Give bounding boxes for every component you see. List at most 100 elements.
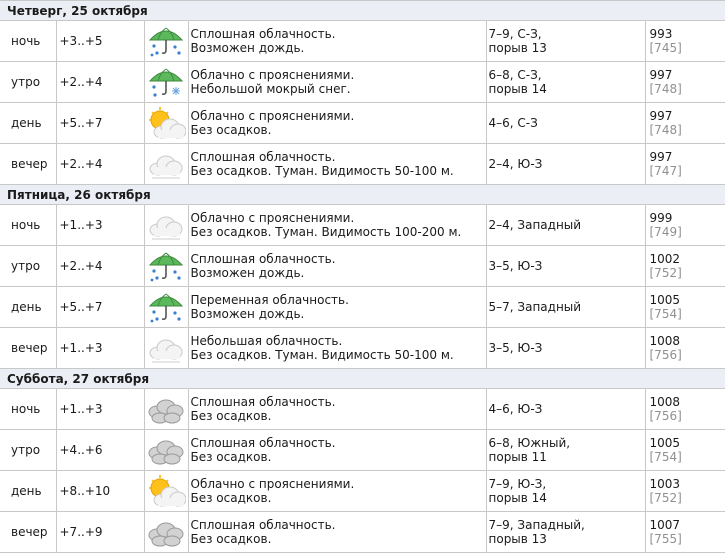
time-of-day: утро xyxy=(0,429,57,471)
pressure-hpa: 1007 xyxy=(649,518,681,532)
day-header-row: Пятница, 26 октября xyxy=(0,184,725,205)
description-line: Без осадков. Туман. Видимость 100-200 м. xyxy=(190,225,462,239)
description-line: Без осадков. xyxy=(190,123,272,137)
description-line: Без осадков. xyxy=(190,450,272,464)
forecast-row: утро +2..+4 Сплошная облачность. Возможен д… xyxy=(0,245,725,287)
overcast-cloud-icon xyxy=(145,513,188,551)
wind-info: 4–6, Ю-З xyxy=(486,388,646,430)
description-line: Возможен дождь. xyxy=(190,41,305,55)
description-line: Сплошная облачность. xyxy=(190,518,336,532)
weather-description: Сплошная облачность. Без осадков. Туман. … xyxy=(188,143,487,185)
pressure-mmhg: [752] xyxy=(649,491,682,505)
time-of-day: вечер xyxy=(0,511,57,553)
temperature: +8..+10 xyxy=(56,470,145,512)
description-line: Небольшая облачность. xyxy=(190,334,343,348)
weather-description: Облачно с прояснениями. Без осадков. Тума… xyxy=(188,204,487,246)
wind-info: 3–5, Ю-З xyxy=(486,327,646,369)
pressure-hpa: 1003 xyxy=(649,477,681,491)
temperature: +3..+5 xyxy=(56,20,145,62)
temperature: +2..+4 xyxy=(56,61,145,103)
weather-icon-cell xyxy=(144,388,189,430)
description-line: Возможен дождь. xyxy=(190,307,305,321)
temperature: +1..+3 xyxy=(56,327,145,369)
forecast-row: вечер +2..+4 Сплошная облачность. Без осадк… xyxy=(0,143,725,185)
forecast-row: вечер +1..+3 Небольшая облачность. Без осад… xyxy=(0,327,725,369)
weather-description: Облачно с прояснениями. Без осадков. xyxy=(188,102,487,144)
weather-description: Сплошная облачность. Возможен дождь. xyxy=(188,20,487,62)
forecast-row: утро +2..+4 Облачно с прояснениями. Небольш… xyxy=(0,61,725,103)
forecast-row: ночь +1..+3 Облачно с прояснениями. Без оса… xyxy=(0,204,725,246)
temperature: +1..+3 xyxy=(56,388,145,430)
forecast-row: ночь +3..+5 Сплошная облачность. Возможен д… xyxy=(0,20,725,62)
pressure-hpa: 997 xyxy=(649,109,673,123)
description-line: Небольшой мокрый снег. xyxy=(190,82,351,96)
umbrella-snow-icon xyxy=(145,63,188,101)
pressure-cell: 999 [749] xyxy=(645,204,725,246)
weather-icon-cell xyxy=(144,511,189,553)
day-title: Пятница, 26 октября xyxy=(0,184,725,205)
time-of-day: день xyxy=(0,102,57,144)
description-line: Без осадков. xyxy=(190,491,272,505)
weather-description: Облачно с прояснениями. Без осадков. xyxy=(188,470,487,512)
pressure-hpa: 1002 xyxy=(649,252,681,266)
pressure-cell: 1008 [756] xyxy=(645,327,725,369)
temperature: +5..+7 xyxy=(56,286,145,328)
wind-line: порыв 14 xyxy=(488,491,547,505)
pressure-hpa: 1005 xyxy=(649,436,681,450)
wind-line: 4–6, С-З xyxy=(488,116,538,130)
wind-line: 5–7, Западный xyxy=(488,300,582,314)
pressure-cell: 993 [745] xyxy=(645,20,725,62)
wind-info: 3–5, Ю-З xyxy=(486,245,646,287)
description-line: Возможен дождь. xyxy=(190,266,305,280)
description-line: Без осадков. Туман. Видимость 50-100 м. xyxy=(190,348,454,362)
pressure-mmhg: [755] xyxy=(649,532,682,546)
pressure-hpa: 1008 xyxy=(649,395,681,409)
wind-line: 4–6, Ю-З xyxy=(488,402,543,416)
wind-line: 7–9, Ю-З, xyxy=(488,477,547,491)
umbrella-rain-icon xyxy=(145,22,188,60)
wind-info: 6–8, С-З, порыв 14 xyxy=(486,61,646,103)
forecast-body: Четверг, 25 октября ночь +3..+5 Сплошная об… xyxy=(0,0,725,553)
weather-icon-cell xyxy=(144,61,189,103)
weather-description: Небольшая облачность. Без осадков. Туман.… xyxy=(188,327,487,369)
time-of-day: ночь xyxy=(0,20,57,62)
pressure-cell: 1003 [752] xyxy=(645,470,725,512)
wind-info: 2–4, Западный xyxy=(486,204,646,246)
wind-line: 2–4, Ю-З xyxy=(488,157,543,171)
description-line: Сплошная облачность. xyxy=(190,436,336,450)
pressure-cell: 997 [747] xyxy=(645,143,725,185)
wind-line: 6–8, С-З, xyxy=(488,68,542,82)
pressure-mmhg: [749] xyxy=(649,225,682,239)
time-of-day: день xyxy=(0,286,57,328)
description-line: Облачно с прояснениями. xyxy=(190,211,355,225)
day-title: Суббота, 27 октября xyxy=(0,368,725,389)
pressure-mmhg: [745] xyxy=(649,41,682,55)
wind-line: 6–8, Южный, xyxy=(488,436,571,450)
day-title: Четверг, 25 октября xyxy=(0,0,725,21)
temperature: +1..+3 xyxy=(56,204,145,246)
pressure-hpa: 999 xyxy=(649,211,673,225)
pressure-mmhg: [756] xyxy=(649,409,682,423)
day-header-row: Суббота, 27 октября xyxy=(0,368,725,389)
fog-cloud-icon xyxy=(145,206,188,244)
time-of-day: ночь xyxy=(0,388,57,430)
time-of-day: ночь xyxy=(0,204,57,246)
weather-description: Переменная облачность. Возможен дождь. xyxy=(188,286,487,328)
wind-line: порыв 11 xyxy=(488,450,547,464)
weather-icon-cell xyxy=(144,245,189,287)
weather-icon-cell xyxy=(144,429,189,471)
temperature: +5..+7 xyxy=(56,102,145,144)
temperature: +2..+4 xyxy=(56,245,145,287)
weather-icon-cell xyxy=(144,102,189,144)
wind-line: 7–9, С-З, xyxy=(488,27,542,41)
time-of-day: утро xyxy=(0,61,57,103)
pressure-hpa: 997 xyxy=(649,68,673,82)
time-of-day: вечер xyxy=(0,143,57,185)
day-header-row: Четверг, 25 октября xyxy=(0,0,725,21)
pressure-hpa: 997 xyxy=(649,150,673,164)
weather-description: Облачно с прояснениями. Небольшой мокрый … xyxy=(188,61,487,103)
pressure-mmhg: [748] xyxy=(649,82,682,96)
wind-info: 2–4, Ю-З xyxy=(486,143,646,185)
description-line: Без осадков. xyxy=(190,409,272,423)
pressure-mmhg: [747] xyxy=(649,164,682,178)
